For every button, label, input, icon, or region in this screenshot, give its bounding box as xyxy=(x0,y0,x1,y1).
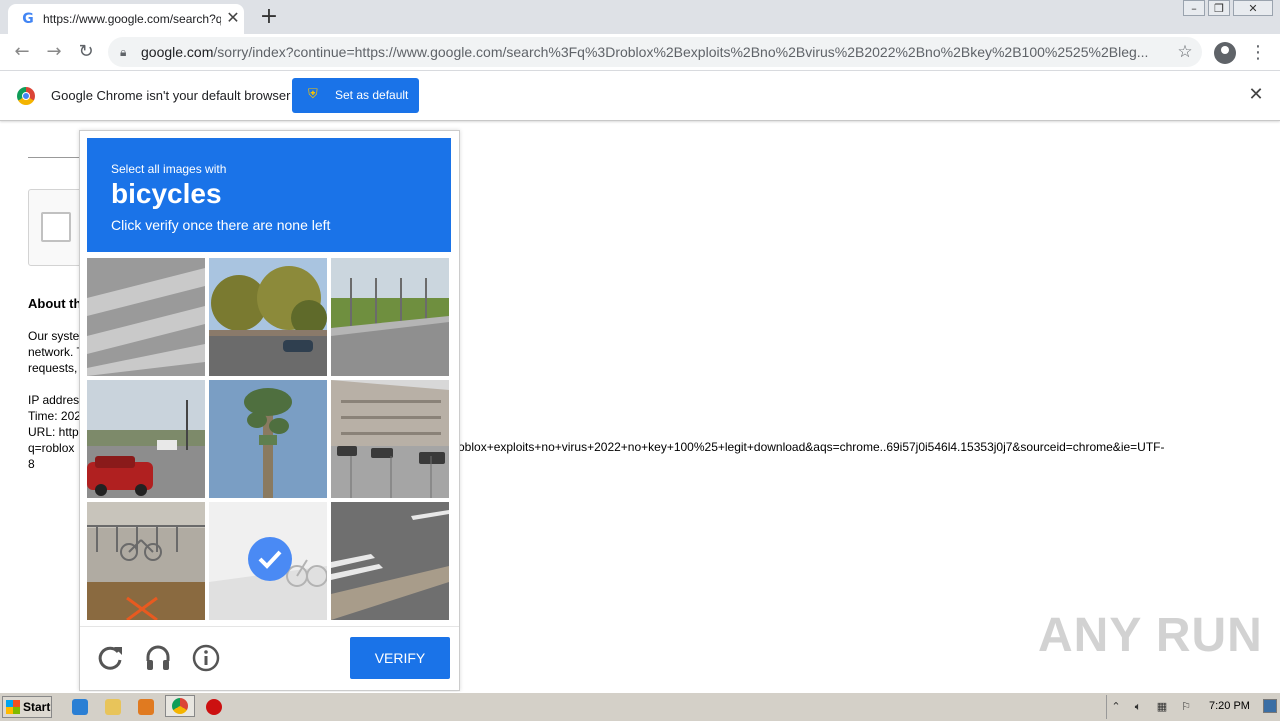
default-browser-infobar: Google Chrome isn't your default browser… xyxy=(0,71,1280,121)
recaptcha-challenge: Select all images with bicycles Click ve… xyxy=(79,130,460,691)
shield-icon: ⛨ xyxy=(308,87,318,102)
url-line-start: q=roblox xyxy=(28,441,75,455)
action-center-flag-icon[interactable]: ⚐ xyxy=(1179,700,1193,714)
page-text-line: network. This page checks to see if it's… xyxy=(28,345,80,359)
browser-toolbar: ← → ↻ 🔒︎ google.com/sorry/index?continue… xyxy=(0,34,1280,71)
profile-avatar-icon[interactable] xyxy=(1214,42,1236,64)
tab-close-icon[interactable]: ✕ xyxy=(224,9,242,27)
tray-expand-icon[interactable]: ⌃ xyxy=(1109,700,1123,714)
url-text[interactable]: google.com/sorry/index?continue=https://… xyxy=(141,44,1171,60)
clock[interactable]: 7:20 PM xyxy=(1209,700,1250,712)
set-as-default-button[interactable]: ⛨ Set as default xyxy=(292,78,419,113)
challenge-tile[interactable] xyxy=(209,380,327,498)
restore-icon[interactable]: ❐ xyxy=(1208,0,1230,16)
page-divider xyxy=(28,157,80,158)
page-text-line: requests, and not a robot. xyxy=(28,361,80,375)
lock-icon[interactable]: 🔒︎ xyxy=(120,44,134,60)
opera-icon[interactable] xyxy=(206,699,222,715)
audio-challenge-icon[interactable] xyxy=(143,643,173,673)
taskbar: Start ⌃ 🔈︎ ▦ ⚐ 7:20 PM xyxy=(0,692,1280,721)
reload-challenge-icon[interactable] xyxy=(96,643,126,673)
minimize-icon[interactable]: – xyxy=(1183,0,1205,16)
url-path: /sorry/index?continue=https://www.google… xyxy=(213,44,1149,60)
tab-strip: G https://www.google.com/search?q=roblox… xyxy=(0,0,1280,34)
url-line-last: 8 xyxy=(28,457,35,471)
bookmark-star-icon[interactable]: ☆ xyxy=(1174,41,1196,63)
challenge-tile[interactable] xyxy=(331,502,449,620)
selected-check-icon xyxy=(248,537,292,581)
challenge-keyword: bicycles xyxy=(111,178,222,209)
infobar-message: Google Chrome isn't your default browser xyxy=(51,88,291,103)
taskbar-chrome-button[interactable] xyxy=(165,695,195,717)
google-favicon-icon: G xyxy=(22,11,34,27)
challenge-tile[interactable] xyxy=(87,502,205,620)
challenge-tile[interactable] xyxy=(87,380,205,498)
challenge-instruction: Select all images with xyxy=(111,162,227,176)
tab-title: https://www.google.com/search?q=roblox+e… xyxy=(43,12,221,26)
challenge-subinstruction: Click verify once there are none left xyxy=(111,217,331,233)
challenge-tile[interactable] xyxy=(209,258,327,376)
system-tray: ⌃ 🔈︎ ▦ ⚐ 7:20 PM xyxy=(1106,695,1280,719)
challenge-header: Select all images with bicycles Click ve… xyxy=(87,138,451,252)
chrome-taskbar-icon xyxy=(172,698,188,714)
infobar-close-icon[interactable]: ✕ xyxy=(1246,85,1266,105)
url-line-tail: oblox+exploits+no+virus+2022+no+key+100%… xyxy=(458,440,1165,454)
challenge-tile[interactable] xyxy=(331,258,449,376)
ip-label: IP address xyxy=(28,393,80,407)
url-label: URL: https xyxy=(28,425,80,439)
start-label: Start xyxy=(23,700,51,714)
internet-explorer-icon[interactable] xyxy=(72,699,88,715)
forward-arrow-icon[interactable]: → xyxy=(42,40,66,64)
set-as-default-label: Set as default xyxy=(335,88,409,102)
recaptcha-checkbox[interactable] xyxy=(41,212,71,242)
windows-logo-icon xyxy=(6,700,20,714)
anyrun-watermark: ANY RUN xyxy=(1038,609,1263,662)
back-arrow-icon[interactable]: ← xyxy=(10,40,34,64)
time-label: Time: 2022 xyxy=(28,409,80,423)
network-icon[interactable]: ▦ xyxy=(1155,700,1169,714)
footer-divider xyxy=(80,626,459,627)
challenge-tile[interactable] xyxy=(209,502,327,620)
start-button[interactable]: Start xyxy=(2,696,52,718)
new-tab-button[interactable]: + xyxy=(256,5,282,29)
kebab-menu-icon[interactable]: ⋮ xyxy=(1248,41,1268,65)
page-text-line: Our systems have detected unusual traffi… xyxy=(28,329,80,343)
about-heading: About this page xyxy=(28,296,80,311)
browser-tab[interactable]: G https://www.google.com/search?q=roblox… xyxy=(8,4,244,34)
window-close-icon[interactable]: ✕ xyxy=(1233,0,1273,16)
url-host: google.com xyxy=(141,44,214,60)
address-bar[interactable]: 🔒︎ google.com/sorry/index?continue=https… xyxy=(108,37,1202,67)
reload-icon[interactable]: ↻ xyxy=(74,40,98,64)
chrome-logo-icon xyxy=(17,87,35,105)
file-explorer-icon[interactable] xyxy=(105,699,121,715)
show-desktop-icon[interactable] xyxy=(1263,699,1277,713)
info-icon[interactable] xyxy=(191,643,221,673)
volume-icon[interactable]: 🔈︎ xyxy=(1131,700,1145,714)
media-player-icon[interactable] xyxy=(138,699,154,715)
verify-button[interactable]: VERIFY xyxy=(350,637,450,679)
challenge-tile[interactable] xyxy=(331,380,449,498)
challenge-tile[interactable] xyxy=(87,258,205,376)
